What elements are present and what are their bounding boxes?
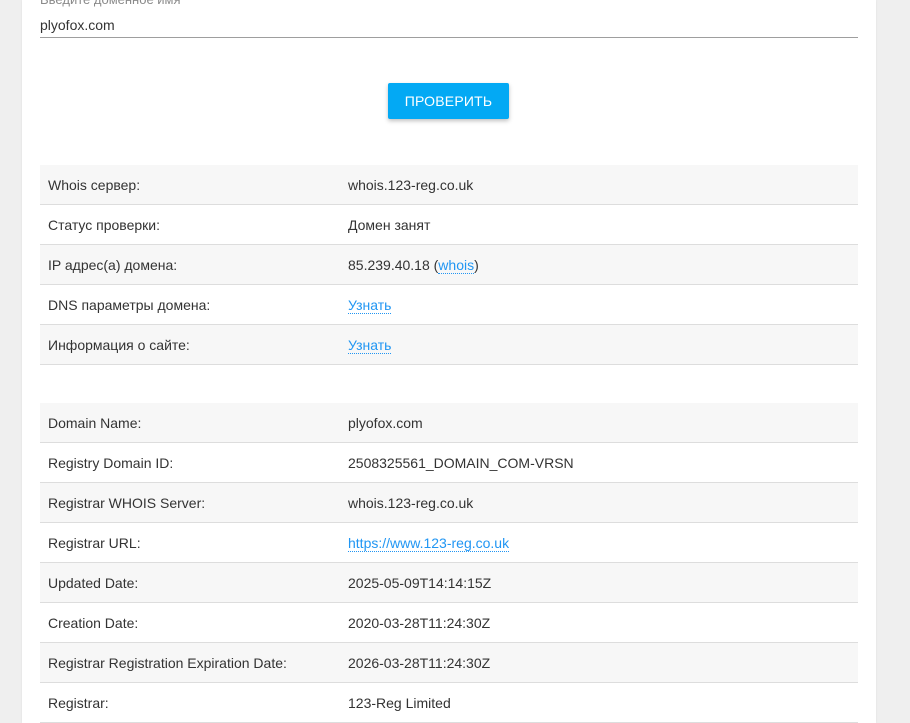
whois-table: Domain Name: plyofox.com Registry Domain…: [40, 403, 858, 723]
row-value: plyofox.com: [340, 403, 858, 443]
status-table: Whois сервер: whois.123-reg.co.uk Статус…: [40, 165, 858, 365]
row-value: Узнать: [340, 284, 858, 325]
row-key: Domain Name:: [40, 403, 340, 443]
row-key: Registrar URL:: [40, 522, 340, 563]
row-key: DNS параметры домена:: [40, 284, 340, 325]
row-key: Registrar WHOIS Server:: [40, 482, 340, 523]
row-key: Информация о сайте:: [40, 324, 340, 365]
row-value: 2026-03-28T11:24:30Z: [340, 642, 858, 683]
row-value: 2020-03-28T11:24:30Z: [340, 602, 858, 643]
table-row: Whois сервер: whois.123-reg.co.uk: [40, 165, 858, 205]
row-value: Узнать: [340, 324, 858, 365]
table-row: Creation Date: 2020-03-28T11:24:30Z: [40, 602, 858, 643]
table-row: IP адрес(а) домена: 85.239.40.18 (whois): [40, 244, 858, 285]
table-row: Registrar URL: https://www.123-reg.co.uk: [40, 522, 858, 563]
row-key: Registry Domain ID:: [40, 442, 340, 483]
table-row: Registrar: 123-Reg Limited: [40, 682, 858, 723]
row-key: Registrar:: [40, 682, 340, 723]
row-key: Updated Date:: [40, 562, 340, 603]
table-row: Updated Date: 2025-05-09T14:14:15Z: [40, 562, 858, 603]
row-value: whois.123-reg.co.uk: [340, 165, 858, 205]
row-value: whois.123-reg.co.uk: [340, 482, 858, 523]
row-key: Registrar Registration Expiration Date:: [40, 642, 340, 683]
row-value: Домен занят: [340, 204, 858, 245]
row-key: Whois сервер:: [40, 165, 340, 205]
table-row: Информация о сайте: Узнать: [40, 324, 858, 365]
table-row: Domain Name: plyofox.com: [40, 403, 858, 443]
ip-whois-link[interactable]: whois: [438, 256, 475, 274]
row-key: Creation Date:: [40, 602, 340, 643]
table-row: Статус проверки: Домен занят: [40, 204, 858, 245]
row-value: 2025-05-09T14:14:15Z: [340, 562, 858, 603]
site-info-link[interactable]: Узнать: [348, 336, 392, 354]
table-row: Registrar Registration Expiration Date: …: [40, 642, 858, 683]
registrar-url-link[interactable]: https://www.123-reg.co.uk: [348, 534, 510, 552]
row-value: 2508325561_DOMAIN_COM-VRSN: [340, 442, 858, 483]
row-key: IP адрес(а) домена:: [40, 244, 340, 285]
check-button[interactable]: ПРОВЕРИТЬ: [388, 83, 509, 119]
table-row: DNS параметры домена: Узнать: [40, 284, 858, 325]
ip-address: 85.239.40.18 (: [348, 256, 439, 273]
row-value: 123-Reg Limited: [340, 682, 858, 723]
dns-lookup-link[interactable]: Узнать: [348, 296, 392, 314]
table-row: Registry Domain ID: 2508325561_DOMAIN_CO…: [40, 442, 858, 483]
row-key: Статус проверки:: [40, 204, 340, 245]
ip-suffix: ): [474, 256, 479, 273]
row-value: https://www.123-reg.co.uk: [340, 522, 858, 563]
whois-card: Введите доменное имя ПРОВЕРИТЬ Whois сер…: [22, 0, 876, 723]
table-row: Registrar WHOIS Server: whois.123-reg.co…: [40, 482, 858, 523]
domain-input[interactable]: [40, 12, 858, 38]
row-value: 85.239.40.18 (whois): [340, 244, 858, 285]
domain-field-label: Введите доменное имя: [40, 0, 181, 8]
